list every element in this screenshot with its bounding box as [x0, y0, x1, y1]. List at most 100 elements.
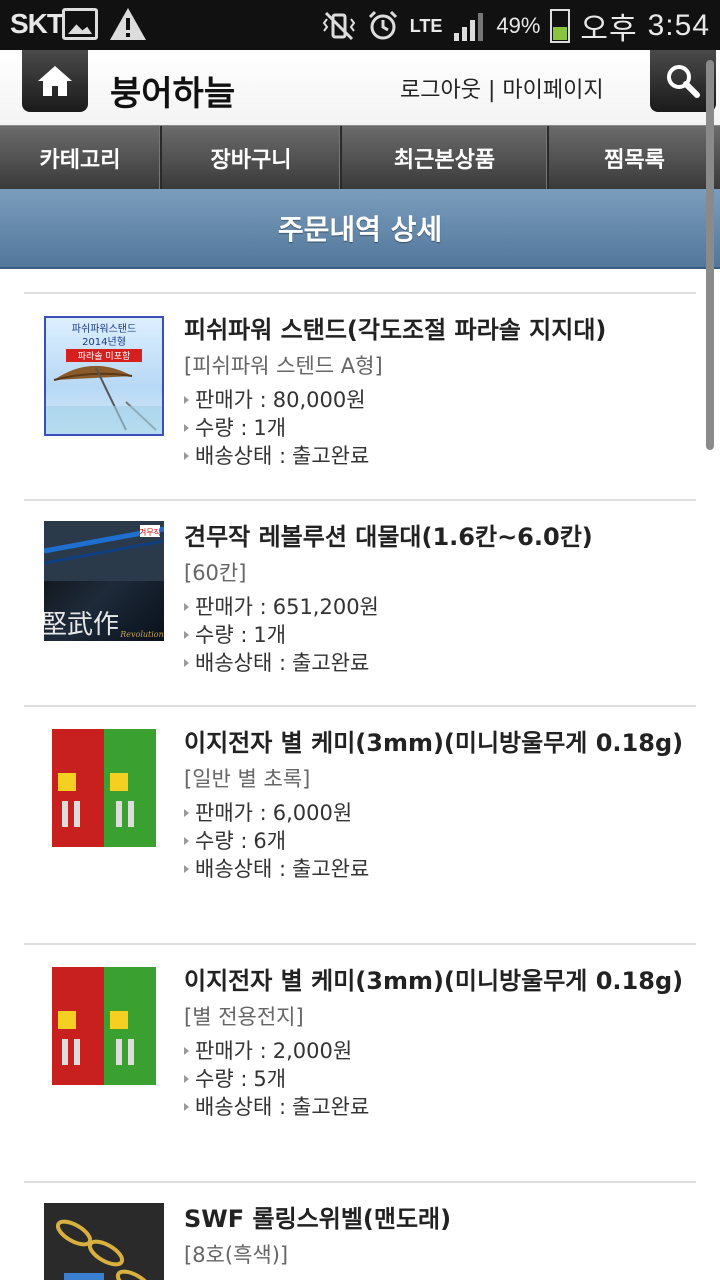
qty-row: 수량 :5개: [184, 1065, 692, 1093]
qty-label: 수량 :: [195, 1067, 248, 1091]
product-name[interactable]: SWF 롤링스위벨(맨도래): [184, 1203, 692, 1235]
vibrate-mute-icon: [322, 11, 355, 41]
bullet-arrow-icon: [184, 837, 189, 845]
qty-row: 수량 :1개: [184, 414, 692, 442]
price-value: 2,000원: [272, 1039, 353, 1063]
bullet-arrow-icon: [184, 631, 189, 639]
bullet-arrow-icon: [184, 452, 189, 460]
bullet-arrow-icon: [184, 603, 189, 611]
qty-value: 6개: [253, 829, 287, 853]
search-icon: [667, 65, 700, 98]
status-label: 배송상태 :: [195, 651, 287, 675]
status-row: 배송상태 : 출고완료: [184, 1093, 692, 1121]
clock-period: 오후: [580, 13, 638, 46]
price-row: 판매가 :651,200원: [184, 593, 692, 621]
signal-icon: [454, 13, 484, 41]
page-title: 주문내역 상세: [277, 213, 443, 246]
fishing-rod-image: 겨무작 堅武作 Revolution: [44, 521, 164, 640]
price-label: 판매가 :: [195, 1039, 267, 1063]
bullet-arrow-icon: [184, 659, 189, 667]
order-info: SWF 롤링스위벨(맨도래) [8호(흑색)]: [184, 1203, 692, 1271]
status-value: 출고완료: [292, 857, 370, 881]
page-scrollbar[interactable]: [706, 60, 714, 450]
order-item[interactable]: 이지전자 별 케미(3mm)(미니방울무게 0.18g) [별 전용전지] 판매…: [24, 945, 696, 1183]
nav-cart[interactable]: 장바구니: [162, 126, 342, 190]
order-item[interactable]: 겨무작 堅武作 Revolution 견무작 레볼루션 대물대(1.6칸~6.0…: [24, 501, 696, 707]
bullet-arrow-icon: [184, 396, 189, 404]
price-row: 판매가 :80,000원: [184, 386, 692, 414]
order-info: 피쉬파워 스탠드(각도조절 파라솔 지지대) [피쉬파워 스텐드 A형] 판매가…: [184, 314, 692, 470]
price-label: 판매가 :: [195, 388, 267, 412]
bullet-arrow-icon: [184, 1047, 189, 1055]
rod-title: 堅武作: [44, 610, 119, 640]
umbrella-stand-image: 파쉬파워스탠드 2014년형 파라솔 미포함: [46, 322, 162, 434]
product-thumbnail[interactable]: 겨무작 堅武作 Revolution: [44, 521, 164, 641]
home-icon: [38, 66, 72, 96]
auth-links[interactable]: 로그아웃 | 마이페이지: [400, 72, 604, 104]
bullet-arrow-icon: [184, 809, 189, 817]
product-thumbnail[interactable]: [44, 729, 164, 847]
page-title-bar: 주문내역 상세: [0, 189, 720, 269]
order-item[interactable]: 이지전자 별 케미(3mm)(미니방울무게 0.18g) [일반 별 초록] 판…: [24, 707, 696, 945]
product-name[interactable]: 이지전자 별 케미(3mm)(미니방울무게 0.18g): [184, 965, 692, 997]
carrier-label: SKT: [10, 8, 64, 39]
nav-wishlist[interactable]: 찜목록: [549, 126, 720, 190]
status-value: 출고완료: [292, 651, 370, 675]
product-thumbnail[interactable]: [44, 1203, 164, 1280]
bullet-arrow-icon: [184, 1075, 189, 1083]
qty-row: 수량 :6개: [184, 827, 692, 855]
status-row: 배송상태 : 출고완료: [184, 442, 692, 470]
status-right-group: LTE 49% 오후 3:54: [322, 6, 710, 46]
battery-icon: [550, 9, 571, 43]
clock-time: 3:54: [647, 9, 710, 42]
status-bar: SKT LTE 49% 오후 3:54: [0, 0, 720, 50]
bullet-arrow-icon: [184, 1103, 189, 1111]
home-button[interactable]: [22, 50, 88, 112]
brand-title[interactable]: 붕어하늘: [110, 66, 235, 115]
order-info: 이지전자 별 케미(3mm)(미니방울무게 0.18g) [별 전용전지] 판매…: [184, 965, 692, 1121]
product-name[interactable]: 피쉬파워 스탠드(각도조절 파라솔 지지대): [184, 314, 692, 346]
main-nav: 카테고리 장바구니 최근본상품 찜목록: [0, 125, 720, 190]
product-option: [8호(흑색)]: [184, 1243, 289, 1267]
product-name[interactable]: 견무작 레볼루션 대물대(1.6칸~6.0칸): [184, 521, 692, 553]
status-label: 배송상태 :: [195, 857, 287, 881]
price-value: 651,200원: [272, 595, 379, 619]
product-option: [60칸]: [184, 561, 247, 585]
lte-icon: LTE: [409, 16, 443, 36]
rod-brand-mark: 겨무작: [139, 527, 162, 537]
warning-icon: [110, 8, 146, 40]
app-header: 붕어하늘 로그아웃 | 마이페이지: [0, 50, 720, 125]
qty-label: 수량 :: [195, 416, 248, 440]
order-info: 견무작 레볼루션 대물대(1.6칸~6.0칸) [60칸] 판매가 :651,2…: [184, 521, 692, 677]
product-option: [피쉬파워 스텐드 A형]: [184, 354, 383, 378]
order-item[interactable]: SWF 롤링스위벨(맨도래) [8호(흑색)]: [24, 1183, 696, 1280]
product-option: [일반 별 초록]: [184, 767, 311, 791]
thumb-line3: 파라솔 미포함: [78, 351, 131, 362]
product-name[interactable]: 이지전자 별 케미(3mm)(미니방울무게 0.18g): [184, 727, 692, 759]
product-thumbnail[interactable]: [44, 967, 164, 1085]
price-value: 80,000원: [272, 388, 366, 412]
price-row: 판매가 :6,000원: [184, 799, 692, 827]
order-item[interactable]: 파쉬파워스탠드 2014년형 파라솔 미포함 피쉬파워 스탠드(각도조절 파라솔…: [24, 294, 696, 501]
price-row: 판매가 :2,000원: [184, 1037, 692, 1065]
qty-value: 5개: [253, 1067, 287, 1091]
nav-category[interactable]: 카테고리: [0, 126, 162, 190]
order-list: 파쉬파워스탠드 2014년형 파라솔 미포함 피쉬파워 스탠드(각도조절 파라솔…: [24, 292, 696, 1280]
price-label: 판매가 :: [195, 595, 267, 619]
alarm-icon: [368, 10, 397, 40]
thumb-line1: 파쉬파워스탠드: [72, 322, 136, 335]
qty-label: 수량 :: [195, 829, 248, 853]
glow-stick-package-image: [52, 729, 156, 847]
status-row: 배송상태 : 출고완료: [184, 855, 692, 883]
thumb-line2: 2014년형: [82, 336, 126, 348]
swivel-image: [44, 1203, 164, 1280]
status-label: 배송상태 :: [195, 1095, 287, 1119]
gallery-notification-icon: [62, 8, 98, 40]
qty-value: 1개: [253, 416, 287, 440]
qty-value: 1개: [253, 623, 287, 647]
nav-recent-products[interactable]: 최근본상품: [342, 126, 549, 190]
order-info: 이지전자 별 케미(3mm)(미니방울무게 0.18g) [일반 별 초록] 판…: [184, 727, 692, 883]
product-thumbnail[interactable]: 파쉬파워스탠드 2014년형 파라솔 미포함: [44, 316, 164, 436]
status-value: 출고완료: [292, 444, 370, 468]
status-label: 배송상태 :: [195, 444, 287, 468]
